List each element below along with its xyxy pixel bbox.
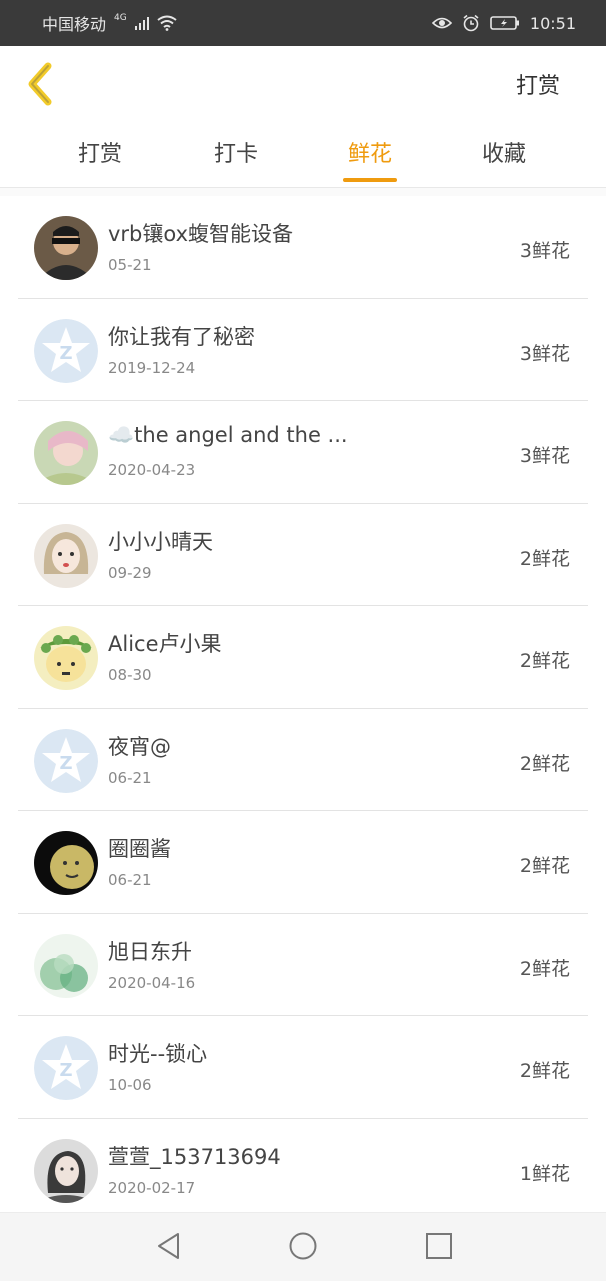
avatar — [34, 1138, 98, 1203]
user-name: 萱萱_153713694 — [108, 1144, 281, 1169]
circle-home-icon — [289, 1232, 317, 1260]
wifi-icon — [157, 15, 177, 31]
divider — [0, 188, 606, 196]
gift-date: 2020-04-23 — [108, 461, 196, 479]
carrier-label: 中国移动 — [42, 15, 107, 34]
gift-date: 2020-02-17 — [108, 1178, 196, 1197]
tab-favorites[interactable]: 收藏 — [482, 136, 526, 168]
avatar — [34, 216, 98, 280]
user-name: vrb镶ox蝮智能设备 — [108, 222, 294, 246]
list-item[interactable]: vrb镶ox蝮智能设备 05-21 3鲜花 — [18, 196, 588, 299]
chevron-left-icon — [28, 62, 52, 106]
tab-checkin[interactable]: 打卡 — [214, 136, 258, 168]
gift-date: 2019-12-24 — [108, 358, 196, 377]
svg-text:Z: Z — [59, 753, 72, 774]
user-name: 小小小晴天 — [108, 529, 213, 554]
flower-count: 1鲜花 — [519, 1162, 570, 1185]
page-header: 打赏 — [0, 46, 606, 122]
network-type: 4G — [114, 13, 127, 23]
tab-reward[interactable]: 打赏 — [78, 136, 122, 168]
flower-count: 2鲜花 — [519, 547, 570, 570]
nav-home-button[interactable] — [288, 1231, 318, 1261]
status-bar: 中国移动 4G 10:51 — [0, 0, 606, 46]
gift-date: 09-29 — [108, 563, 152, 582]
system-nav-bar — [0, 1212, 606, 1281]
avatar — [34, 626, 98, 690]
square-recents-icon — [426, 1233, 452, 1259]
user-name: ☁️the angel and the ... — [108, 423, 348, 447]
avatar: Z — [34, 1036, 98, 1100]
user-name: 夜宵@ — [108, 734, 171, 759]
flower-count: 3鲜花 — [519, 342, 570, 365]
svg-text:Z: Z — [59, 1060, 72, 1081]
avatar — [34, 933, 98, 998]
avatar: Z — [34, 728, 98, 793]
nav-back-button[interactable] — [154, 1231, 184, 1261]
gift-date: 2020-04-16 — [108, 973, 196, 992]
active-tab-indicator — [343, 178, 397, 182]
avatar — [34, 831, 98, 895]
nav-recents-button[interactable] — [424, 1231, 454, 1261]
list-item[interactable]: 萱萱_153713694 2020-02-17 1鲜花 — [18, 1119, 588, 1222]
gift-date: 06-21 — [108, 871, 152, 889]
user-name: Alice卢小果 — [108, 632, 222, 656]
flower-count: 3鲜花 — [519, 240, 570, 262]
list-item[interactable]: Z 时光--锁心 10-06 2鲜花 — [18, 1016, 588, 1119]
flower-count: 2鲜花 — [519, 752, 570, 775]
list-item[interactable]: Z 你让我有了秘密 2019-12-24 3鲜花 — [18, 299, 588, 401]
user-name: 圈圈酱 — [108, 837, 171, 861]
flower-count: 2鲜花 — [519, 650, 570, 672]
signal-icon — [134, 16, 149, 30]
gift-date: 06-21 — [108, 768, 152, 787]
eye-icon — [431, 17, 452, 29]
flower-count: 3鲜花 — [519, 445, 570, 467]
list-item[interactable]: 旭日东升 2020-04-16 2鲜花 — [18, 914, 588, 1016]
avatar: Z — [34, 318, 98, 383]
list-item[interactable]: 小小小晴天 09-29 2鲜花 — [18, 504, 588, 606]
list-item[interactable]: Z 夜宵@ 06-21 2鲜花 — [18, 709, 588, 811]
battery-icon — [490, 16, 519, 30]
user-name: 时光--锁心 — [108, 1042, 208, 1066]
list-item[interactable]: 圈圈酱 06-21 2鲜花 — [18, 811, 588, 914]
triangle-back-icon — [158, 1233, 179, 1259]
user-name: 旭日东升 — [108, 939, 192, 964]
user-name: 你让我有了秘密 — [108, 324, 255, 349]
svg-text:Z: Z — [59, 343, 72, 364]
flower-count: 2鲜花 — [519, 1060, 570, 1082]
gift-date: 10-06 — [108, 1076, 152, 1094]
flower-count: 2鲜花 — [519, 855, 570, 877]
clock-time: 10:51 — [529, 13, 576, 33]
avatar — [34, 421, 98, 485]
gift-date: 05-21 — [108, 256, 152, 274]
list-item[interactable]: Alice卢小果 08-30 2鲜花 — [18, 606, 588, 709]
flower-list: vrb镶ox蝮智能设备 05-21 3鲜花 Z 你让我有了秘密 2019-12-… — [18, 196, 588, 1221]
alarm-icon — [463, 14, 479, 32]
avatar — [34, 523, 98, 588]
back-button[interactable] — [22, 60, 62, 108]
gift-date: 08-30 — [108, 666, 152, 684]
flower-count: 2鲜花 — [519, 957, 570, 980]
tab-bar: 打赏 打卡 鲜花 收藏 — [0, 122, 606, 188]
reward-action-button[interactable]: 打赏 — [516, 68, 560, 100]
tab-flowers[interactable]: 鲜花 — [348, 136, 392, 168]
list-item[interactable]: ☁️the angel and the ... 2020-04-23 3鲜花 — [18, 401, 588, 504]
